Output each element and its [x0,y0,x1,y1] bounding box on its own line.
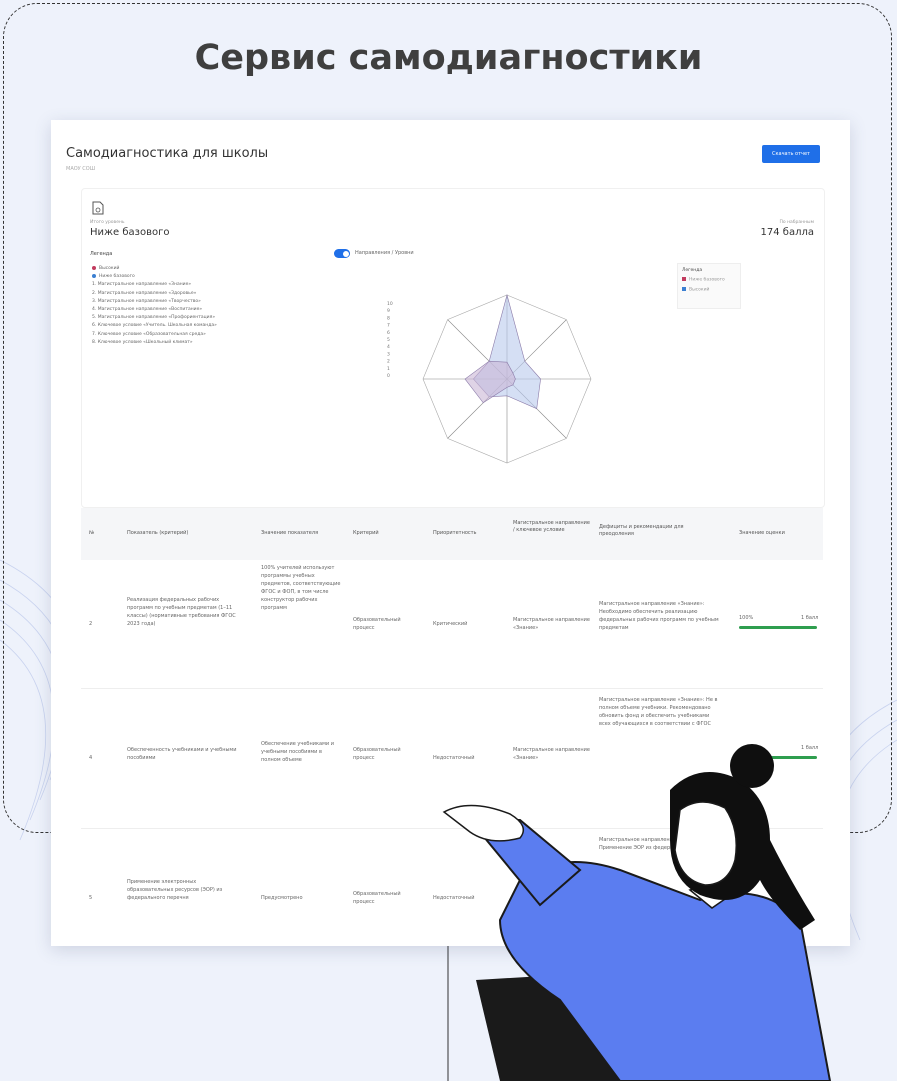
presenter-illustration [442,744,832,1081]
hair-bun-icon [730,744,774,788]
hand-icon [442,804,525,842]
